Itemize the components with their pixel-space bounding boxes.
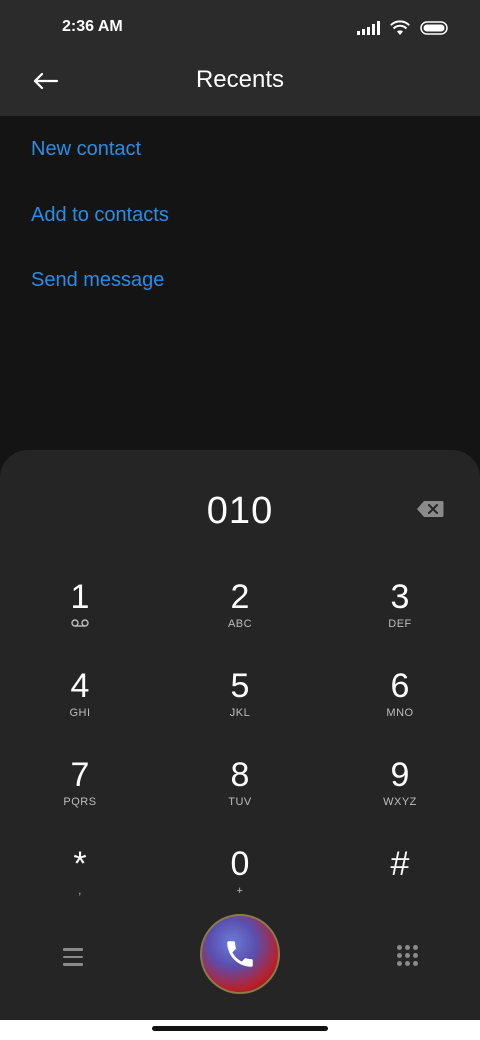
key-digit: 3 [390,578,410,616]
key-letters: PQRS [63,796,97,808]
key-digit: 6 [390,667,410,705]
send-message-link[interactable]: Send message [31,269,164,292]
key-5[interactable]: 5 JKL [190,667,290,743]
signal-icon [357,21,380,35]
navigation-bar [0,1020,480,1040]
key-letters [350,885,450,899]
key-digit: 8 [230,756,250,794]
dial-pad-sheet: 010 1 2 ABC 3 DEF 4 GHI 5 JKL 6 MNO 7 PQ… [0,450,480,1020]
dialed-number: 010 [206,490,274,532]
key-digit: 1 [70,578,90,616]
key-digit: 7 [70,756,90,794]
key-7[interactable]: 7 PQRS [30,756,130,832]
key-2[interactable]: 2 ABC [190,578,290,654]
new-contact-link[interactable]: New contact [31,138,141,161]
wifi-icon [390,20,410,36]
voicemail-icon [30,618,130,632]
backspace-icon[interactable] [416,500,444,518]
key-letters: , [78,885,82,897]
top-bar: 2:36 AM Recents [0,0,480,116]
dialpad-grid-icon[interactable] [394,942,420,968]
key-hash[interactable]: # [350,845,450,921]
phone-icon [227,941,253,967]
key-digit: 0 [230,845,250,883]
key-star[interactable]: * , [30,845,130,921]
key-letters: MNO [386,707,414,719]
key-letters: TUV [228,796,252,808]
key-letters: ABC [227,618,253,630]
status-time: 2:36 AM [62,18,123,35]
dialer-bottom-bar [0,912,480,1012]
menu-icon[interactable] [58,942,88,972]
key-digit: 2 [230,578,250,616]
key-8[interactable]: 8 TUV [190,756,290,832]
key-1[interactable]: 1 [30,578,130,654]
key-letters: GHI [69,707,91,719]
add-to-contacts-link[interactable]: Add to contacts [31,204,169,227]
key-digit: # [390,845,410,883]
key-letters: WXYZ [383,796,417,808]
key-6[interactable]: 6 MNO [350,667,450,743]
battery-icon [420,21,450,35]
call-button[interactable] [200,914,280,994]
key-0[interactable]: 0 + [190,845,290,921]
home-indicator[interactable] [152,1026,328,1031]
key-4[interactable]: 4 GHI [30,667,130,743]
key-letters: + [236,885,244,897]
key-digit: 5 [230,667,250,705]
page-title: Recents [195,66,285,93]
key-3[interactable]: 3 DEF [350,578,450,654]
key-letters: DEF [388,618,412,630]
key-letters: JKL [229,707,251,719]
status-icons [357,18,450,38]
key-9[interactable]: 9 WXYZ [350,756,450,832]
key-digit: 4 [70,667,90,705]
key-digit: * [73,845,87,883]
key-digit: 9 [390,756,410,794]
